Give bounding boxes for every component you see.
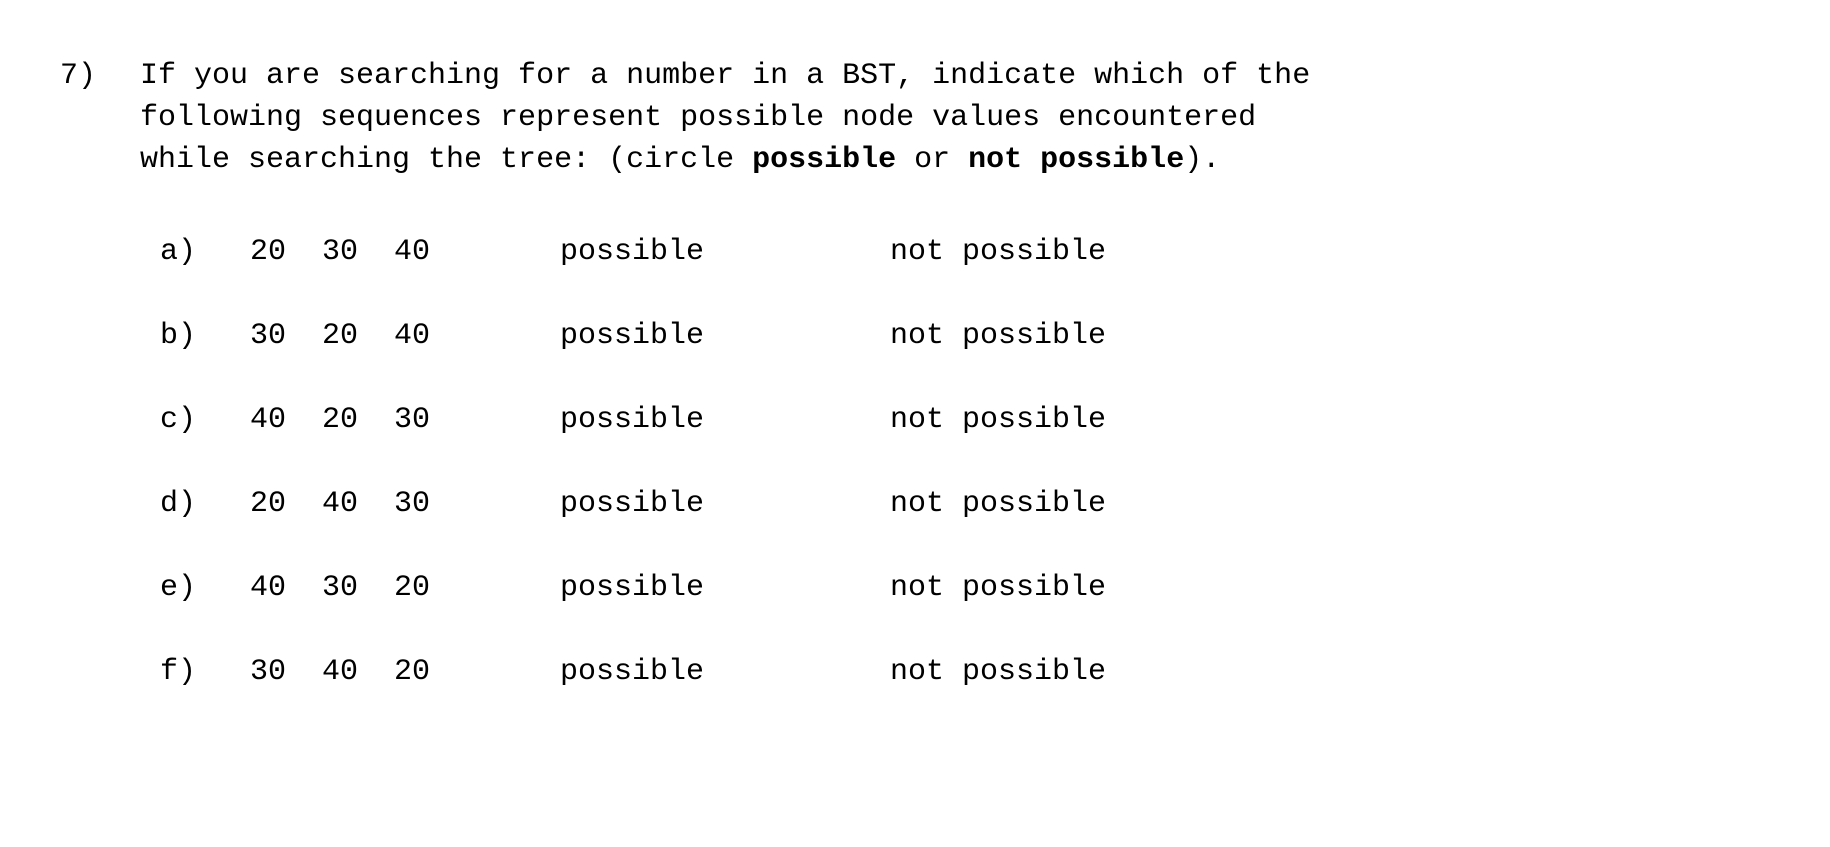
- choice-possible[interactable]: possible: [560, 567, 890, 609]
- question-7: 7) If you are searching for a number in …: [60, 55, 1780, 735]
- choice-not-possible[interactable]: not possible: [890, 315, 1106, 357]
- choice-possible[interactable]: possible: [560, 399, 890, 441]
- question-number: 7): [60, 55, 140, 97]
- option-sequence: 40 30 20: [250, 567, 560, 609]
- intro-bold-possible: possible: [752, 143, 896, 177]
- option-row: a) 20 30 40 possible not possible: [160, 231, 1780, 273]
- options-list: a) 20 30 40 possible not possible b) 30 …: [140, 231, 1780, 693]
- option-label: b): [160, 315, 250, 357]
- choice-not-possible[interactable]: not possible: [890, 399, 1106, 441]
- choice-not-possible[interactable]: not possible: [890, 567, 1106, 609]
- choice-possible[interactable]: possible: [560, 315, 890, 357]
- option-label: e): [160, 567, 250, 609]
- intro-mid: or: [896, 143, 968, 177]
- option-row: c) 40 20 30 possible not possible: [160, 399, 1780, 441]
- option-row: b) 30 20 40 possible not possible: [160, 315, 1780, 357]
- question-intro: If you are searching for a number in a B…: [140, 55, 1780, 181]
- choice-possible[interactable]: possible: [560, 651, 890, 693]
- intro-bold-not-possible: not possible: [968, 143, 1184, 177]
- option-sequence: 30 20 40: [250, 315, 560, 357]
- option-label: f): [160, 651, 250, 693]
- option-sequence: 20 40 30: [250, 483, 560, 525]
- choice-not-possible[interactable]: not possible: [890, 651, 1106, 693]
- choice-possible[interactable]: possible: [560, 483, 890, 525]
- intro-line-1: If you are searching for a number in a B…: [140, 59, 1310, 93]
- choice-not-possible[interactable]: not possible: [890, 231, 1106, 273]
- question-body: If you are searching for a number in a B…: [140, 55, 1780, 735]
- option-sequence: 20 30 40: [250, 231, 560, 273]
- option-sequence: 40 20 30: [250, 399, 560, 441]
- choice-not-possible[interactable]: not possible: [890, 483, 1106, 525]
- intro-tail: ).: [1184, 143, 1220, 177]
- choice-possible[interactable]: possible: [560, 231, 890, 273]
- option-label: a): [160, 231, 250, 273]
- intro-line-2: following sequences represent possible n…: [140, 101, 1256, 135]
- intro-line-3a: while searching the tree: (circle: [140, 143, 752, 177]
- option-row: d) 20 40 30 possible not possible: [160, 483, 1780, 525]
- option-sequence: 30 40 20: [250, 651, 560, 693]
- option-label: d): [160, 483, 250, 525]
- option-row: e) 40 30 20 possible not possible: [160, 567, 1780, 609]
- option-label: c): [160, 399, 250, 441]
- option-row: f) 30 40 20 possible not possible: [160, 651, 1780, 693]
